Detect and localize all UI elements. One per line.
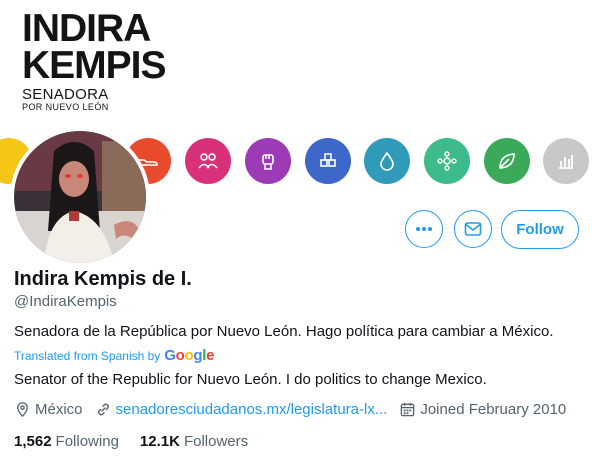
envelope-icon bbox=[464, 222, 482, 236]
followers-label: Followers bbox=[183, 433, 249, 450]
brand-line-1: INDIRA bbox=[22, 7, 151, 50]
following-stat[interactable]: 1,562 Following bbox=[14, 433, 119, 450]
cubes-icon bbox=[305, 138, 351, 184]
follow-button[interactable]: Follow bbox=[501, 210, 579, 249]
website-link[interactable]: senadoresciudadanos.mx/legislatura-lx... bbox=[116, 401, 388, 418]
fist-icon bbox=[245, 138, 291, 184]
location-text: México bbox=[35, 401, 83, 418]
profile-stats: 1,562 Following 12.1K Followers bbox=[14, 433, 269, 450]
profile-handle: @IndiraKempis bbox=[14, 293, 117, 310]
followers-count: 12.1K bbox=[139, 433, 180, 450]
people-icon bbox=[185, 138, 231, 184]
avatar-photo bbox=[14, 131, 146, 263]
translated-by[interactable]: Translated from Spanish by Google bbox=[14, 347, 215, 364]
location: México bbox=[14, 401, 83, 418]
profile-name: Indira Kempis de I. bbox=[14, 268, 192, 290]
brand-subtitle: SENADORA bbox=[22, 86, 109, 103]
brand-subtitle-2: POR NUEVO LEÓN bbox=[22, 102, 109, 112]
more-dots-icon bbox=[416, 227, 432, 231]
joined-text: Joined February 2010 bbox=[420, 401, 567, 418]
avatar[interactable] bbox=[10, 127, 150, 267]
leaf-icon bbox=[484, 138, 530, 184]
following-label: Following bbox=[55, 433, 119, 450]
following-count: 1,562 bbox=[14, 433, 52, 450]
more-button[interactable] bbox=[405, 210, 443, 248]
location-pin-icon bbox=[17, 402, 28, 418]
calendar-icon bbox=[401, 402, 415, 417]
followers-stat[interactable]: 12.1K Followers bbox=[140, 433, 248, 450]
profile-bio: Senadora de la República por Nuevo León.… bbox=[14, 323, 554, 340]
bar-chart-icon bbox=[543, 138, 589, 184]
profile-meta: México senadoresciudadanos.mx/legislatur… bbox=[14, 401, 578, 418]
google-logo: Google bbox=[164, 347, 215, 364]
profile-bio-translated: Senator of the Republic for Nuevo León. … bbox=[14, 371, 487, 388]
translated-label: Translated from Spanish by bbox=[14, 348, 161, 363]
brand-line-2: KEMPIS bbox=[22, 44, 167, 87]
flower-icon bbox=[424, 138, 470, 184]
water-drop-icon bbox=[364, 138, 410, 184]
message-button[interactable] bbox=[454, 210, 492, 248]
joined-date: Joined February 2010 bbox=[399, 401, 566, 418]
link-icon bbox=[97, 403, 109, 416]
banner-brand: INDIRA KEMPIS SENADORA POR NUEVO LEÓN bbox=[22, 7, 167, 112]
website[interactable]: senadoresciudadanos.mx/legislatura-lx... bbox=[95, 401, 388, 418]
